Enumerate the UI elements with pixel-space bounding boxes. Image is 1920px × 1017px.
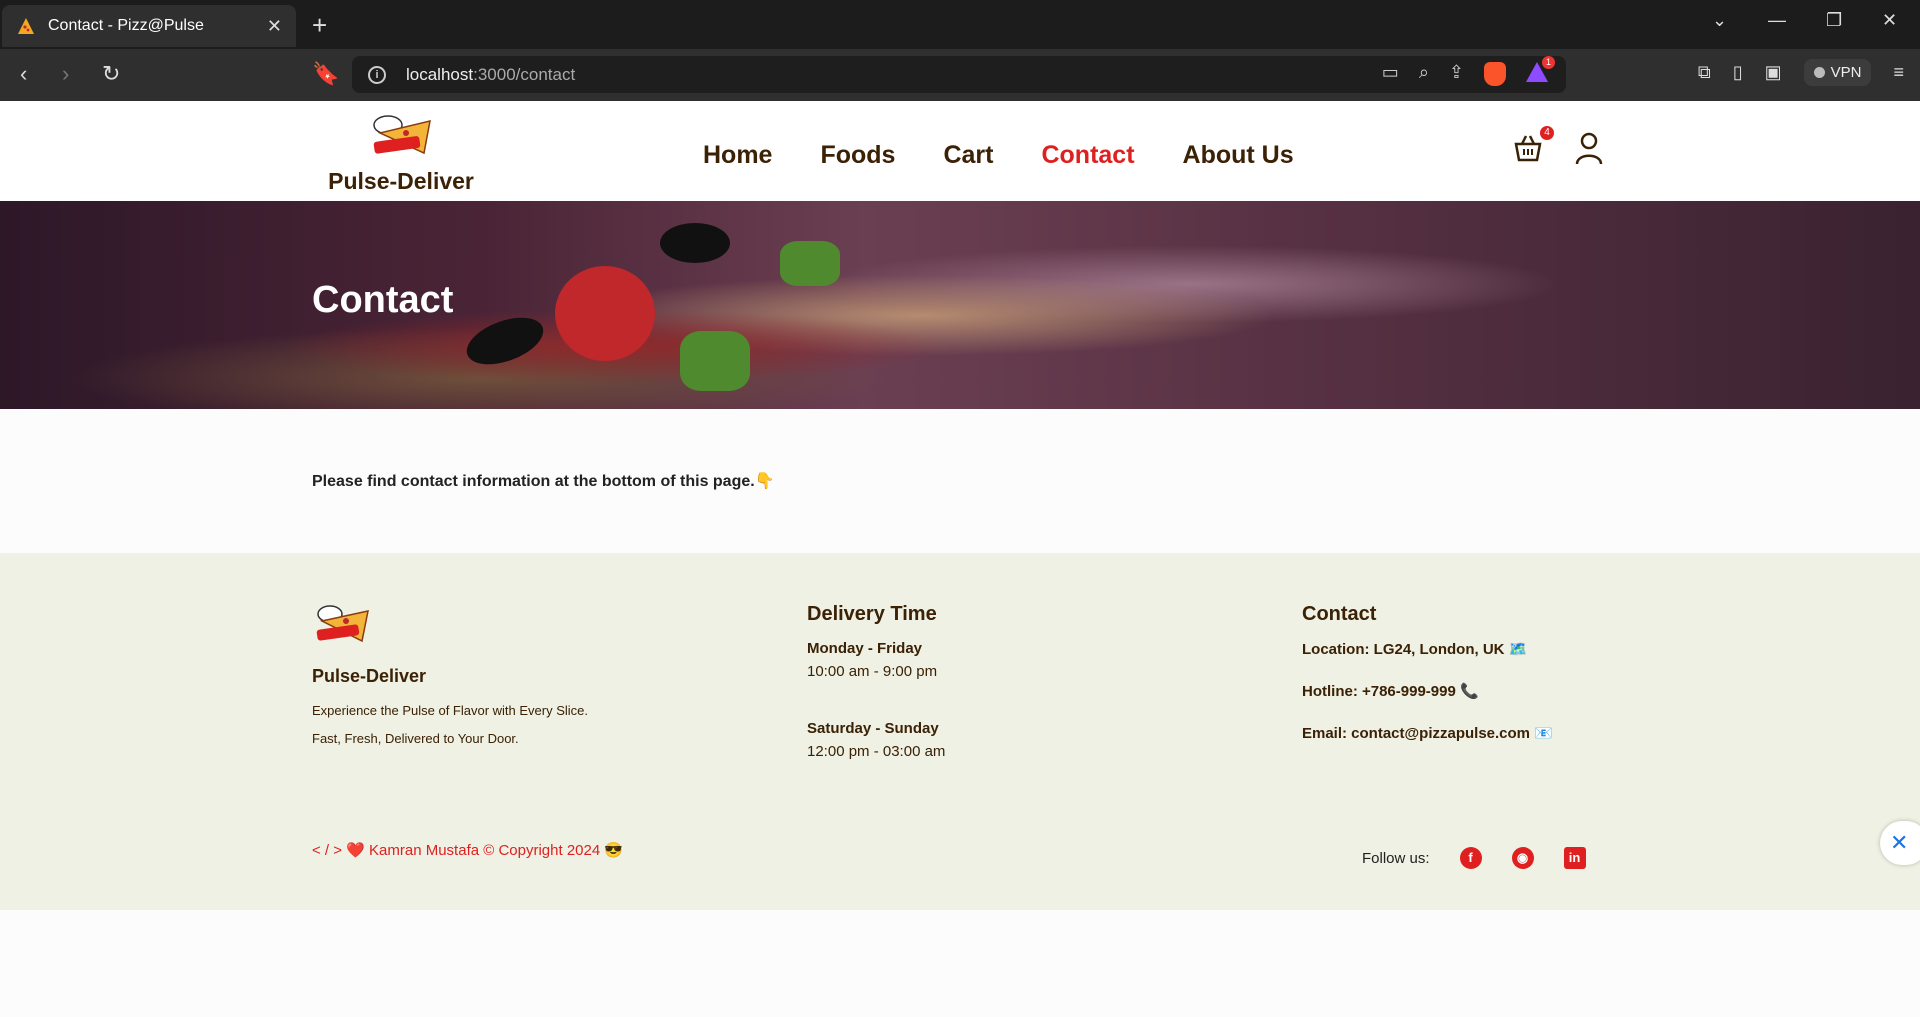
- weekday-label: Monday - Friday: [807, 640, 923, 657]
- new-tab-icon[interactable]: +: [312, 10, 327, 41]
- nav-cart[interactable]: Cart: [943, 141, 993, 170]
- browser-tab[interactable]: Contact - Pizz@Pulse ✕: [2, 5, 296, 47]
- brave-rewards-icon[interactable]: 1: [1526, 56, 1555, 84]
- extensions-icon[interactable]: ⧉: [1698, 62, 1711, 83]
- share-icon[interactable]: ⇪: [1449, 62, 1464, 86]
- weekend-hours: 12:00 pm - 03:00 am: [807, 743, 946, 760]
- minimize-icon[interactable]: —: [1768, 10, 1786, 31]
- site-header: Pulse-Deliver Home Foods Cart Contact Ab…: [0, 101, 1920, 201]
- nav-contact[interactable]: Contact: [1041, 141, 1134, 170]
- user-icon[interactable]: [1574, 131, 1604, 165]
- restore-icon[interactable]: ❐: [1826, 10, 1842, 31]
- footer-pizza-logo-icon: [316, 605, 369, 643]
- browser-tabbar: Contact - Pizz@Pulse ✕ + ⌄ — ❐ ✕: [0, 0, 1920, 49]
- forward-icon[interactable]: ›: [62, 61, 69, 87]
- basket-icon: [1514, 135, 1542, 162]
- copyright-text: < / > ❤️ Kamran Mustafa © Copyright 2024…: [312, 842, 624, 859]
- bookmark-icon[interactable]: 🔖: [312, 61, 339, 87]
- github-icon[interactable]: ◉: [1511, 847, 1534, 869]
- hero-banner: Contact: [0, 201, 1920, 409]
- zoom-icon[interactable]: ⌕: [1419, 62, 1429, 86]
- weekday-hours: 10:00 am - 9:00 pm: [807, 663, 938, 680]
- side-assistant-widget-icon[interactable]: ✕: [1880, 821, 1920, 865]
- follow-us: Follow us: f ◉ in: [1362, 847, 1586, 869]
- page-title: Contact: [312, 279, 454, 321]
- address-bar[interactable]: i localhost:3000/contact ▭ ⌕ ⇪ 1: [352, 56, 1566, 93]
- vpn-label: VPN: [1830, 64, 1862, 81]
- browser-toolbar: ‹ › ↻ 🔖 i localhost:3000/contact ▭ ⌕ ⇪ 1…: [0, 49, 1920, 101]
- brand-name: Pulse-Deliver: [328, 168, 474, 194]
- contact-notice: Please find contact information at the b…: [312, 473, 775, 490]
- email-text: Email: contact@pizzapulse.com 📧: [1302, 725, 1553, 742]
- site-info-icon[interactable]: i: [368, 65, 386, 84]
- delivery-time-heading: Delivery Time: [807, 603, 937, 625]
- cart-button[interactable]: 4: [1512, 126, 1554, 164]
- footer-description: Experience the Pulse of Flavor with Ever…: [312, 703, 589, 746]
- pizza-favicon-icon: [18, 18, 34, 34]
- location-text: Location: LG24, London, UK 🗺️: [1302, 641, 1528, 658]
- nav-about-us[interactable]: About Us: [1183, 141, 1294, 170]
- wallet-icon[interactable]: ▣: [1765, 62, 1782, 83]
- hotline-text: Hotline: +786-999-999 📞: [1302, 683, 1479, 700]
- facebook-icon[interactable]: f: [1459, 847, 1482, 869]
- main-nav: Home Foods Cart Contact About Us: [703, 141, 1294, 170]
- linkedin-icon[interactable]: in: [1563, 847, 1586, 869]
- tab-title: Contact - Pizz@Pulse: [48, 17, 204, 34]
- footer-brand-column: Pulse-Deliver Experience the Pulse of Fl…: [312, 603, 602, 753]
- pizza-logo-icon: [373, 115, 431, 155]
- close-tab-icon[interactable]: ✕: [267, 16, 282, 37]
- url-host: localhost: [406, 64, 474, 84]
- weekend-label: Saturday - Sunday: [807, 720, 939, 737]
- cart-count-badge: 4: [1540, 126, 1554, 140]
- tab-search-icon[interactable]: ⌄: [1712, 10, 1727, 31]
- reload-icon[interactable]: ↻: [102, 61, 120, 87]
- footer-brand-name: Pulse-Deliver: [312, 666, 427, 686]
- contact-heading: Contact: [1302, 603, 1377, 625]
- back-icon[interactable]: ‹: [20, 61, 27, 87]
- menu-icon[interactable]: ≡: [1893, 62, 1904, 83]
- close-window-icon[interactable]: ✕: [1882, 10, 1897, 31]
- main-content: Please find contact information at the b…: [0, 409, 1920, 553]
- nav-foods[interactable]: Foods: [820, 141, 895, 170]
- cast-icon[interactable]: ▭: [1382, 62, 1399, 86]
- url-path: :3000/contact: [473, 64, 576, 84]
- nav-home[interactable]: Home: [703, 141, 772, 170]
- follow-label: Follow us:: [1362, 849, 1430, 867]
- sidebar-icon[interactable]: ▯: [1733, 62, 1743, 83]
- site-footer: Pulse-Deliver Experience the Pulse of Fl…: [0, 553, 1920, 910]
- footer-contact-column: Contact Location: LG24, London, UK 🗺️ Ho…: [1302, 603, 1553, 742]
- brave-shields-icon[interactable]: [1484, 62, 1506, 86]
- site-logo[interactable]: Pulse-Deliver: [326, 113, 476, 195]
- vpn-status-icon: [1813, 67, 1825, 78]
- footer-delivery-column: Delivery Time Monday - Friday 10:00 am -…: [807, 603, 945, 760]
- vpn-button[interactable]: VPN: [1803, 59, 1872, 86]
- rewards-badge: 1: [1542, 56, 1555, 69]
